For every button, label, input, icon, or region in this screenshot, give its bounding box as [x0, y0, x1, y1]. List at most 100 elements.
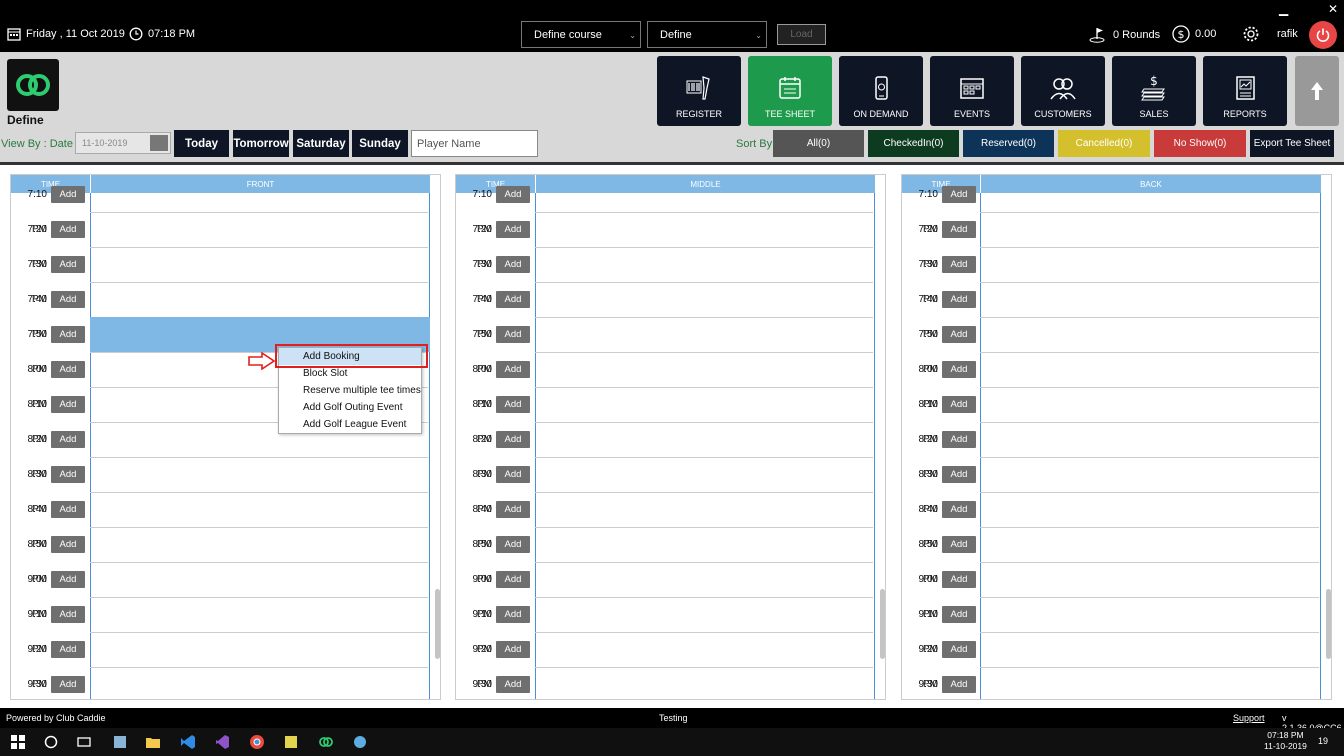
nav-label: SALES — [1139, 109, 1169, 119]
add-booking-button[interactable]: Add — [942, 396, 976, 413]
app-icon[interactable] — [283, 734, 299, 750]
add-booking-button[interactable]: Add — [496, 676, 530, 693]
taskbar-time: 07:18 PM — [1267, 730, 1304, 740]
menu-add-golf-league[interactable]: Add Golf League Event — [279, 416, 421, 433]
add-booking-button[interactable]: Add — [942, 501, 976, 518]
app-icon[interactable] — [352, 734, 368, 750]
add-booking-button[interactable]: Add — [496, 291, 530, 308]
add-booking-button[interactable]: Add — [51, 186, 85, 203]
add-booking-button[interactable]: Add — [496, 326, 530, 343]
events-calendar-icon — [960, 78, 984, 99]
add-booking-button[interactable]: Add — [942, 186, 976, 203]
add-booking-button[interactable]: Add — [496, 361, 530, 378]
add-booking-button[interactable]: Add — [942, 676, 976, 693]
gear-icon[interactable] — [1242, 25, 1260, 43]
add-booking-button[interactable]: Add — [51, 431, 85, 448]
add-booking-button[interactable]: Add — [51, 466, 85, 483]
add-booking-button[interactable]: Add — [942, 291, 976, 308]
load-button[interactable]: Load — [777, 24, 826, 45]
minimize-button[interactable]: ▁ — [1279, 2, 1288, 16]
task-view-icon[interactable] — [76, 734, 92, 750]
club-caddie-icon[interactable] — [318, 734, 334, 750]
support-link[interactable]: Support — [1233, 713, 1265, 723]
add-booking-button[interactable]: Add — [51, 501, 85, 518]
add-booking-button[interactable]: Add — [51, 641, 85, 658]
define-select[interactable]: Define ⌄ — [647, 21, 767, 48]
close-window-button[interactable]: ✕ — [1328, 2, 1338, 16]
add-booking-button[interactable]: Add — [942, 256, 976, 273]
add-booking-button[interactable]: Add — [942, 606, 976, 623]
add-booking-button[interactable]: Add — [496, 571, 530, 588]
chrome-icon[interactable] — [249, 734, 265, 750]
add-booking-button[interactable]: Add — [496, 501, 530, 518]
add-booking-button[interactable]: Add — [942, 431, 976, 448]
logout-button[interactable] — [1309, 21, 1337, 49]
nav-sales[interactable]: $ SALES — [1112, 56, 1196, 126]
nav-tee-sheet[interactable]: TEE SHEET — [748, 56, 832, 126]
date-picker-input[interactable]: 11-10-2019 — [75, 132, 171, 154]
add-booking-button[interactable]: Add — [51, 326, 85, 343]
tee-time-label: 9:30 PM — [27, 679, 47, 690]
add-booking-button[interactable]: Add — [51, 291, 85, 308]
saturday-button[interactable]: Saturday — [293, 130, 349, 157]
app-icon[interactable] — [112, 734, 128, 750]
player-name-input[interactable]: Player Name — [411, 130, 538, 157]
add-booking-button[interactable]: Add — [942, 361, 976, 378]
notification-count[interactable]: 19 — [1318, 736, 1328, 746]
nav-register[interactable]: REGISTER — [657, 56, 741, 126]
nav-customers[interactable]: CUSTOMERS — [1021, 56, 1105, 126]
tomorrow-button[interactable]: Tomorrow — [233, 130, 289, 157]
vscode-icon[interactable] — [180, 734, 196, 750]
settings-user[interactable]: rafik — [1242, 25, 1298, 43]
add-booking-button[interactable]: Add — [51, 221, 85, 238]
add-booking-button[interactable]: Add — [496, 256, 530, 273]
filter-reserved-button[interactable]: Reserved(0) — [963, 130, 1054, 157]
filter-cancelled-button[interactable]: Cancelled(0) — [1058, 130, 1150, 157]
add-booking-button[interactable]: Add — [496, 466, 530, 483]
nav-reports[interactable]: REPORTS — [1203, 56, 1287, 126]
course-select[interactable]: Define course ⌄ — [521, 21, 641, 48]
menu-add-golf-outing[interactable]: Add Golf Outing Event — [279, 399, 421, 416]
folder-icon[interactable] — [145, 734, 161, 750]
add-booking-button[interactable]: Add — [51, 606, 85, 623]
add-booking-button[interactable]: Add — [942, 641, 976, 658]
scroll-top-button[interactable] — [1295, 56, 1339, 126]
add-booking-button[interactable]: Add — [496, 186, 530, 203]
add-booking-button[interactable]: Add — [51, 676, 85, 693]
add-booking-button[interactable]: Add — [942, 571, 976, 588]
add-booking-button[interactable]: Add — [942, 221, 976, 238]
menu-reserve-multiple[interactable]: Reserve multiple tee times — [279, 382, 421, 399]
add-booking-button[interactable]: Add — [51, 361, 85, 378]
nav-on-demand[interactable]: ON DEMAND — [839, 56, 923, 126]
sunday-button[interactable]: Sunday — [352, 130, 408, 157]
tee-time-row: 9:20 PM Add — [902, 632, 980, 690]
tee-time-row: 8:20 PM Add — [456, 422, 535, 480]
filter-checkedin-button[interactable]: CheckedIn(0) — [868, 130, 959, 157]
add-booking-button[interactable]: Add — [51, 256, 85, 273]
scrollbar-thumb[interactable] — [435, 589, 440, 659]
add-booking-button[interactable]: Add — [496, 221, 530, 238]
add-booking-button[interactable]: Add — [942, 466, 976, 483]
add-booking-button[interactable]: Add — [496, 396, 530, 413]
today-button[interactable]: Today — [174, 130, 229, 157]
nav-events[interactable]: EVENTS — [930, 56, 1014, 126]
add-booking-button[interactable]: Add — [496, 536, 530, 553]
visual-studio-icon[interactable] — [214, 734, 230, 750]
add-booking-button[interactable]: Add — [496, 606, 530, 623]
scrollbar-thumb[interactable] — [880, 589, 885, 659]
filter-noshow-button[interactable]: No Show(0) — [1154, 130, 1246, 157]
add-booking-button[interactable]: Add — [51, 571, 85, 588]
calendar-small-icon — [7, 28, 21, 41]
add-booking-button[interactable]: Add — [942, 326, 976, 343]
add-booking-button[interactable]: Add — [51, 396, 85, 413]
add-booking-button[interactable]: Add — [51, 536, 85, 553]
add-booking-button[interactable]: Add — [942, 536, 976, 553]
add-booking-button[interactable]: Add — [496, 431, 530, 448]
add-booking-button[interactable]: Add — [496, 641, 530, 658]
calendar-picker-icon[interactable] — [150, 135, 168, 151]
search-icon[interactable] — [43, 734, 59, 750]
scrollbar-thumb[interactable] — [1326, 589, 1331, 659]
windows-start-icon[interactable] — [10, 734, 26, 750]
export-tee-sheet-button[interactable]: Export Tee Sheet — [1250, 130, 1334, 157]
filter-all-button[interactable]: All(0) — [773, 130, 864, 157]
